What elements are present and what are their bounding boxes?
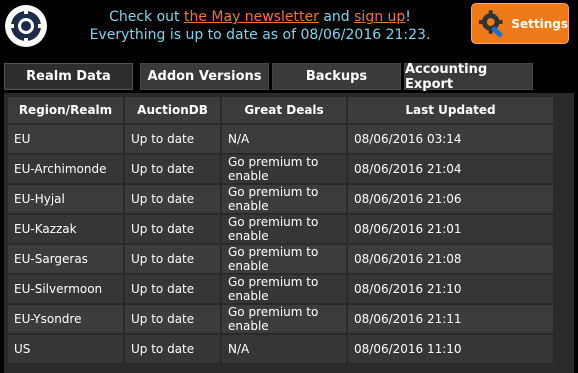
- header-message: Check out the May newsletter and sign up…: [60, 8, 460, 44]
- table-row: EU-Kazzak Up to date Go premium to enabl…: [8, 215, 553, 245]
- table-row: EU-Archimonde Up to date Go premium to e…: [8, 155, 553, 185]
- cell-last-updated: 08/06/2016 21:10: [348, 275, 553, 305]
- column-header-last-updated[interactable]: Last Updated: [348, 97, 553, 125]
- header-prefix: Check out: [109, 9, 184, 25]
- cell-great-deals: Go premium to enable: [222, 155, 346, 185]
- settings-label: Settings: [511, 16, 568, 31]
- header-mid: and: [318, 9, 355, 25]
- cell-region: EU-Ysondre: [8, 305, 123, 335]
- cell-auctiondb: Up to date: [125, 245, 220, 275]
- cell-auctiondb: Up to date: [125, 125, 220, 155]
- signup-link[interactable]: sign up: [354, 9, 405, 25]
- cell-great-deals: Go premium to enable: [222, 305, 346, 335]
- table-row: US Up to date N/A 08/06/2016 11:10: [8, 335, 553, 365]
- cell-region: EU-Hyjal: [8, 185, 123, 215]
- realm-data-panel: Region/Realm AuctionDB Great Deals Last …: [4, 93, 574, 373]
- tab-addon-versions[interactable]: Addon Versions: [140, 63, 269, 90]
- cell-last-updated: 08/06/2016 21:04: [348, 155, 553, 185]
- cell-last-updated: 08/06/2016 03:14: [348, 125, 553, 155]
- tab-realm-data[interactable]: Realm Data: [4, 63, 133, 90]
- cell-region: US: [8, 335, 123, 365]
- cell-last-updated: 08/06/2016 11:10: [348, 335, 553, 365]
- table-row: EU-Silvermoon Up to date Go premium to e…: [8, 275, 553, 305]
- app-logo: [5, 5, 47, 47]
- cell-region: EU-Kazzak: [8, 215, 123, 245]
- realm-table: Region/Realm AuctionDB Great Deals Last …: [6, 97, 555, 365]
- cell-region: EU: [8, 125, 123, 155]
- column-header-auctiondb[interactable]: AuctionDB: [125, 97, 220, 125]
- cell-great-deals: N/A: [222, 125, 346, 155]
- tab-accounting-export[interactable]: Accounting Export: [404, 62, 533, 92]
- cell-auctiondb: Up to date: [125, 185, 220, 215]
- newsletter-link[interactable]: the May newsletter: [184, 9, 319, 25]
- table-row: EU Up to date N/A 08/06/2016 03:14: [8, 125, 553, 155]
- gear-logo-icon: [6, 6, 46, 46]
- cell-great-deals: Go premium to enable: [222, 275, 346, 305]
- cell-last-updated: 08/06/2016 21:08: [348, 245, 553, 275]
- table-row: EU-Ysondre Up to date Go premium to enab…: [8, 305, 553, 335]
- cell-last-updated: 08/06/2016 21:01: [348, 215, 553, 245]
- gear-wrench-icon: [478, 9, 503, 38]
- cell-auctiondb: Up to date: [125, 335, 220, 365]
- cell-great-deals: Go premium to enable: [222, 245, 346, 275]
- cell-great-deals: N/A: [222, 335, 346, 365]
- tab-backups[interactable]: Backups: [272, 63, 401, 90]
- cell-region: EU-Sargeras: [8, 245, 123, 275]
- cell-last-updated: 08/06/2016 21:11: [348, 305, 553, 335]
- cell-great-deals: Go premium to enable: [222, 215, 346, 245]
- cell-region: EU-Archimonde: [8, 155, 123, 185]
- column-header-region[interactable]: Region/Realm: [8, 97, 123, 125]
- cell-region: EU-Silvermoon: [8, 275, 123, 305]
- column-header-great-deals[interactable]: Great Deals: [222, 97, 346, 125]
- settings-button[interactable]: Settings: [471, 3, 569, 44]
- cell-auctiondb: Up to date: [125, 275, 220, 305]
- cell-auctiondb: Up to date: [125, 155, 220, 185]
- table-header-row: Region/Realm AuctionDB Great Deals Last …: [8, 97, 553, 125]
- cell-great-deals: Go premium to enable: [222, 185, 346, 215]
- cell-last-updated: 08/06/2016 21:06: [348, 185, 553, 215]
- update-status-text: Everything is up to date as of 08/06/201…: [89, 27, 431, 43]
- table-row: EU-Hyjal Up to date Go premium to enable…: [8, 185, 553, 215]
- cell-auctiondb: Up to date: [125, 305, 220, 335]
- table-row: EU-Sargeras Up to date Go premium to ena…: [8, 245, 553, 275]
- header-suffix: !: [405, 9, 411, 25]
- cell-auctiondb: Up to date: [125, 215, 220, 245]
